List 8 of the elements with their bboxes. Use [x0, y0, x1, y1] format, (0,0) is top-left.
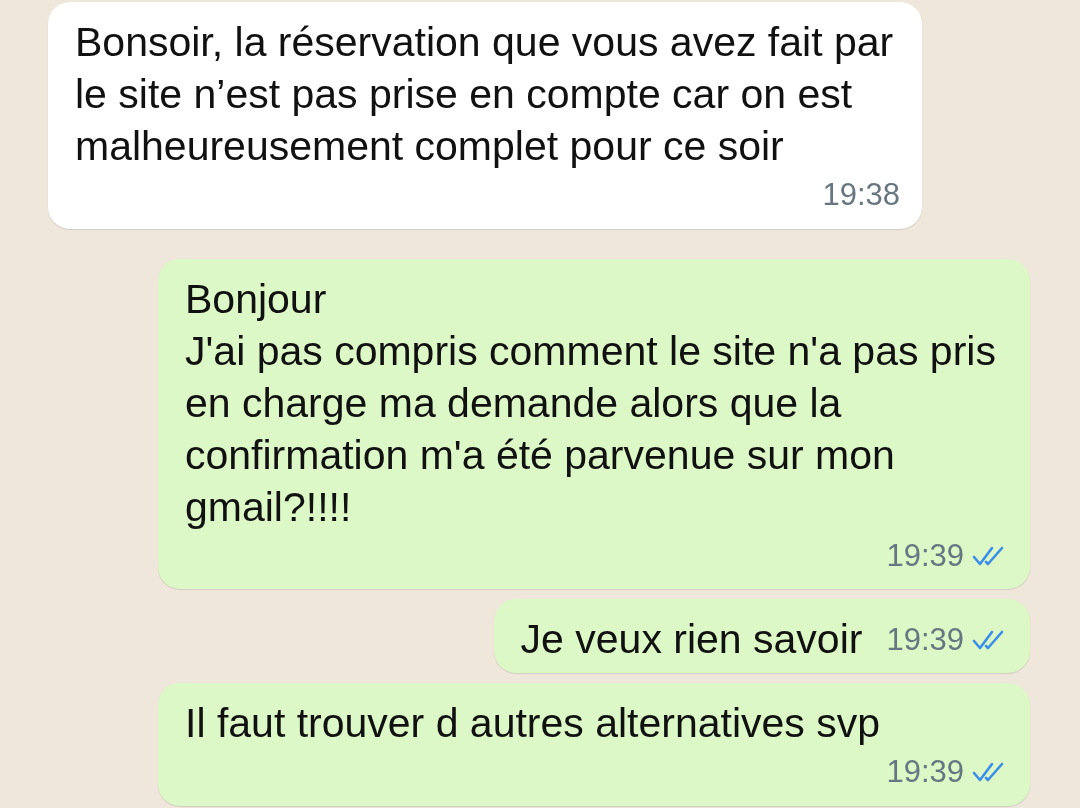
message-time: 19:39 — [886, 620, 964, 659]
message-text: Il faut trouver d autres alternatives svp — [185, 699, 881, 748]
message-time: 19:38 — [822, 176, 900, 214]
message-text: Bonjour J'ai pas compris comment le site n'a pas pris en charge ma demande alors que la confirmation m'a été parvenue sur mon gmail?!!!! — [185, 274, 997, 532]
message-text: Bonsoir, la réservation que vous avez fait par le site n’est pas prise en compte car on est malheureusement complet pour ce soir — [75, 18, 895, 171]
message-time: 19:39 — [886, 753, 964, 791]
message-text: Je veux rien savoir — [520, 615, 863, 664]
message-time: 19:39 — [886, 536, 964, 575]
